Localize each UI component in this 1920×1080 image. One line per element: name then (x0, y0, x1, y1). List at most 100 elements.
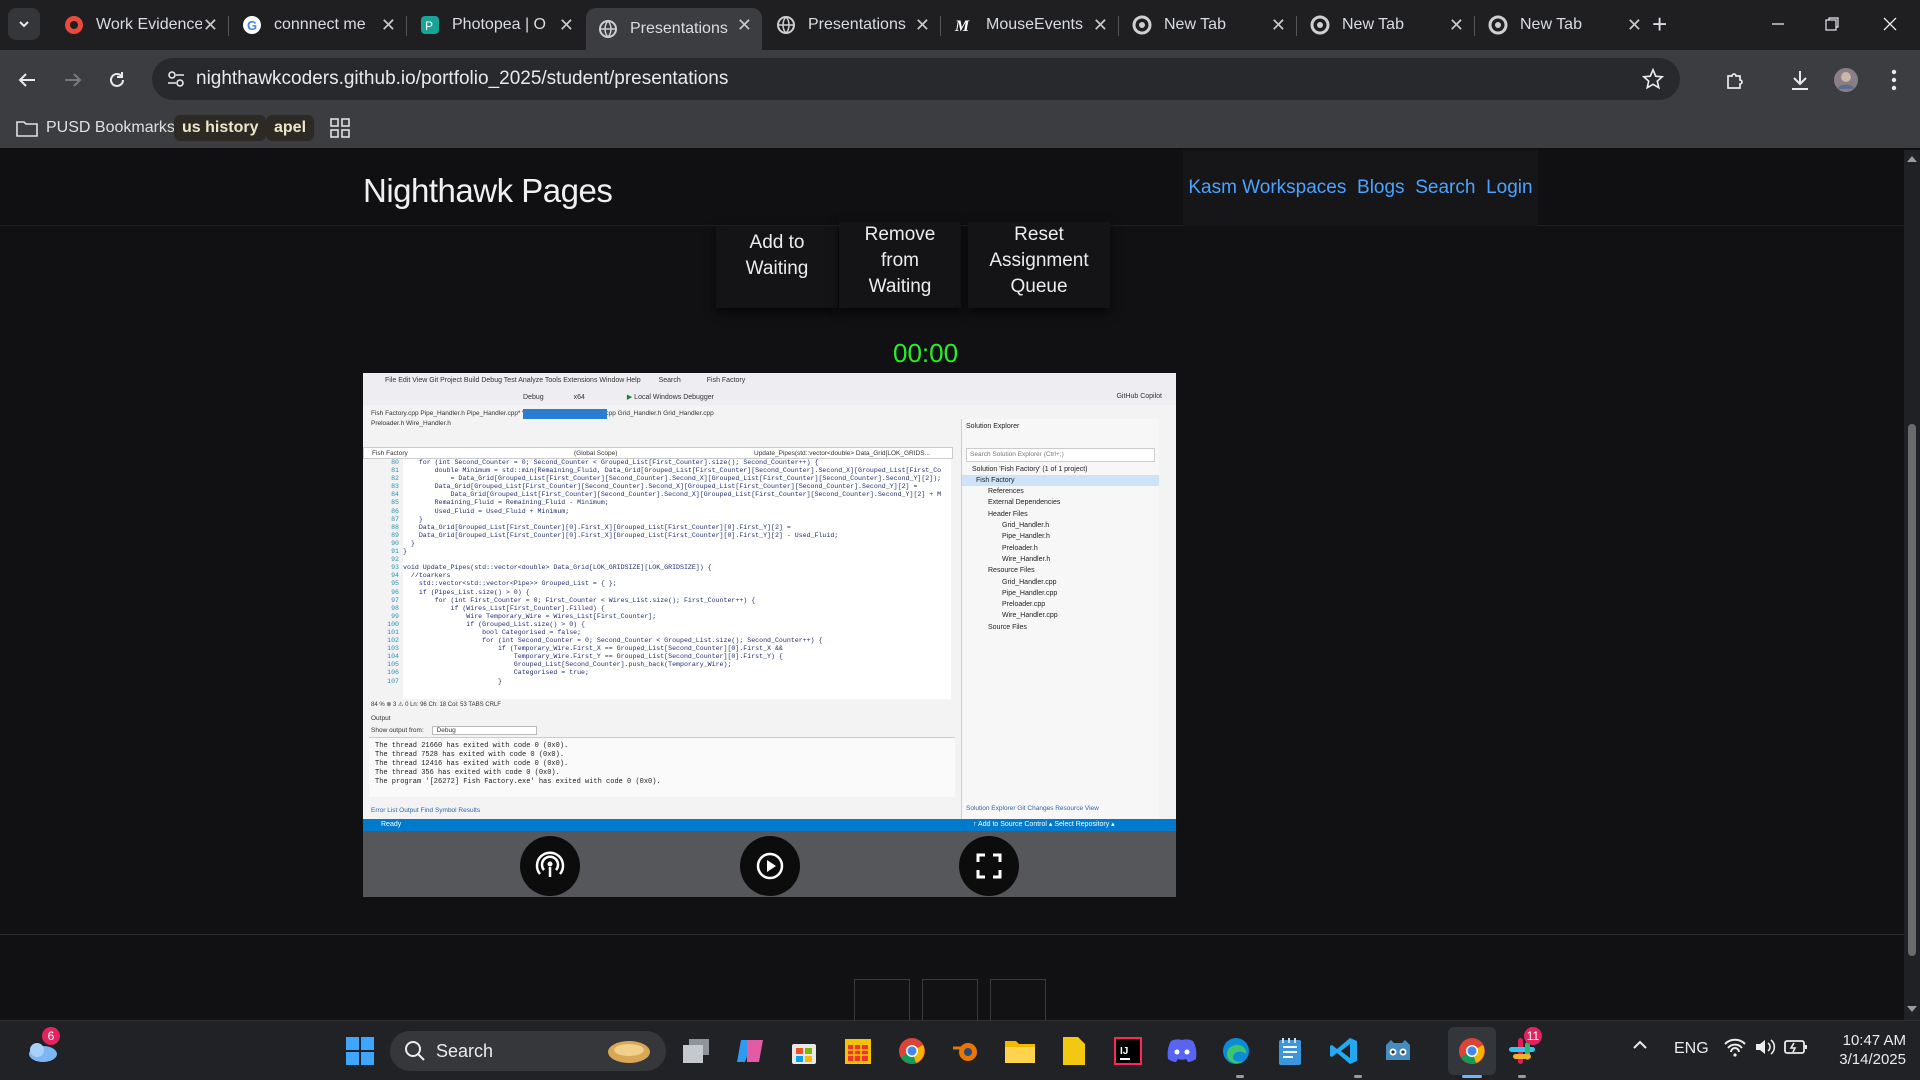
google-icon: G (242, 15, 262, 35)
reset-assignment-queue-button[interactable]: Reset Assignment Queue (968, 222, 1110, 308)
tab-7[interactable]: New Tab ✕ (1298, 8, 1474, 42)
tab-4[interactable]: Presentations ✕ (764, 8, 940, 42)
blender-app[interactable] (948, 1033, 984, 1069)
start-button[interactable] (342, 1033, 378, 1069)
mdn-icon: M (954, 15, 974, 35)
calendar-app[interactable] (840, 1033, 876, 1069)
site-brand[interactable]: Nighthawk Pages (363, 172, 613, 210)
restore-button[interactable] (1820, 12, 1844, 36)
volume-icon[interactable] (1754, 1037, 1776, 1062)
jetbrains-icon: IJ (1114, 1037, 1142, 1065)
placeholder-box-3[interactable] (990, 979, 1046, 1020)
ide-status-bar: Ready ↑ Add to Source Control ▴ Select R… (363, 819, 1176, 831)
task-view-button[interactable] (678, 1033, 714, 1069)
search-highlight-icon (608, 1041, 650, 1063)
nav-link-search[interactable]: Search (1415, 177, 1475, 199)
discord-app[interactable] (1164, 1033, 1200, 1069)
copilot-app[interactable] (732, 1033, 768, 1069)
tab-3-active[interactable]: Presentations ✕ (586, 8, 762, 50)
weather-badge: 6 (42, 1027, 60, 1045)
nav-link-blogs[interactable]: Blogs (1357, 177, 1405, 199)
close-icon[interactable]: ✕ (381, 15, 396, 35)
task-view-icon (683, 1039, 709, 1063)
scrollbar-thumb[interactable] (1908, 424, 1916, 956)
close-icon[interactable]: ✕ (1093, 15, 1108, 35)
url-text[interactable]: nighthawkcoders.github.io/portfolio_2025… (196, 68, 728, 90)
tab-2[interactable]: P Photopea | O ✕ (408, 8, 584, 42)
taskbar-search[interactable]: Search (390, 1031, 666, 1071)
new-tab-button[interactable]: + (1652, 11, 1667, 37)
site-info-icon[interactable] (166, 69, 186, 89)
tab-search-button[interactable] (8, 8, 40, 40)
page-scrollbar[interactable] (1904, 150, 1920, 1020)
tab-strip: Work Evidence ✕ G connnect me ✕ P Photop… (0, 0, 1920, 50)
broadcast-button[interactable] (520, 836, 580, 896)
tray-overflow-button[interactable] (1632, 1037, 1648, 1058)
vscode-app[interactable] (1326, 1033, 1362, 1069)
minimize-button[interactable] (1766, 12, 1790, 36)
bottom-panel-tabs[interactable]: Error List Output Find Symbol Results (363, 805, 953, 817)
close-icon[interactable]: ✕ (1449, 15, 1464, 35)
star-icon[interactable] (1642, 68, 1664, 90)
extensions-button[interactable] (1722, 66, 1750, 94)
tab-5[interactable]: M MouseEvents ✕ (942, 8, 1118, 42)
svg-text:P: P (425, 19, 433, 33)
browser-toolbar: nighthawkcoders.github.io/portfolio_2025… (0, 50, 1920, 108)
reload-button[interactable] (104, 67, 130, 93)
close-window-button[interactable] (1878, 12, 1902, 36)
bookmarks-bar: PUSD Bookmarks us history apel (0, 108, 1920, 148)
game-icon (64, 15, 84, 35)
bookmark-folder-pusd[interactable]: PUSD Bookmarks (16, 115, 175, 141)
code-editor[interactable]: for (int Second_Counter = 0; Second_Coun… (403, 459, 951, 711)
menu-button[interactable] (1880, 66, 1908, 94)
close-icon[interactable]: ✕ (737, 15, 752, 35)
play-button[interactable] (740, 836, 800, 896)
presentation-viewer: File Edit View Git Project Build Debug T… (363, 373, 1176, 897)
bookmark-us-history[interactable]: us history (174, 115, 267, 141)
power-bi-app[interactable] (1056, 1033, 1092, 1069)
clock[interactable]: 10:47 AM 3/14/2025 (1830, 1031, 1906, 1069)
godot-app[interactable] (1380, 1033, 1416, 1069)
nav-link-login[interactable]: Login (1486, 177, 1533, 199)
tab-8[interactable]: New Tab ✕ (1476, 8, 1652, 42)
play-circle-icon (756, 852, 784, 880)
store-app[interactable] (786, 1033, 822, 1069)
wifi-icon[interactable] (1724, 1037, 1746, 1062)
scroll-up-icon[interactable] (1907, 156, 1917, 162)
battery-icon[interactable] (1784, 1038, 1808, 1061)
placeholder-box-2[interactable] (922, 979, 978, 1020)
weather-widget[interactable]: 6 (24, 1027, 60, 1069)
minimize-icon (1772, 23, 1784, 25)
chrome-app-active[interactable] (1448, 1027, 1496, 1075)
placeholder-box-1[interactable] (854, 979, 910, 1020)
tab-1[interactable]: G connnect me ✕ (230, 8, 406, 42)
language-indicator[interactable]: ENG (1674, 1040, 1709, 1058)
fullscreen-button[interactable] (959, 836, 1019, 896)
bookmark-apel[interactable]: apel (266, 115, 315, 141)
tab-6[interactable]: New Tab ✕ (1120, 8, 1296, 42)
close-icon[interactable]: ✕ (1271, 15, 1286, 35)
active-indicator (1462, 1075, 1482, 1078)
close-icon[interactable]: ✕ (1627, 15, 1642, 35)
downloads-button[interactable] (1786, 66, 1814, 94)
slack-app[interactable]: 11 (1504, 1027, 1542, 1069)
add-to-waiting-button[interactable]: Add to Waiting (716, 226, 838, 308)
site-nav: Kasm Workspaces Blogs Search Login (1183, 150, 1538, 226)
tab-0[interactable]: Work Evidence ✕ (52, 8, 228, 42)
edge-app[interactable] (1218, 1033, 1254, 1069)
scroll-down-icon[interactable] (1907, 1006, 1917, 1012)
forward-button[interactable] (60, 67, 86, 93)
address-bar[interactable]: nighthawkcoders.github.io/portfolio_2025… (152, 58, 1680, 100)
apps-button[interactable] (330, 115, 350, 141)
remove-from-waiting-button[interactable]: Remove from Waiting (839, 222, 961, 308)
close-icon[interactable]: ✕ (915, 15, 930, 35)
chrome-app[interactable] (894, 1033, 930, 1069)
jetbrains-app[interactable]: IJ (1110, 1033, 1146, 1069)
close-icon[interactable]: ✕ (559, 15, 574, 35)
back-button[interactable] (14, 67, 40, 93)
nav-link-kasm[interactable]: Kasm Workspaces (1188, 177, 1346, 199)
close-icon[interactable]: ✕ (203, 15, 218, 35)
profile-avatar[interactable] (1832, 66, 1860, 94)
file-explorer-app[interactable] (1002, 1033, 1038, 1069)
notepad-app[interactable] (1272, 1033, 1308, 1069)
